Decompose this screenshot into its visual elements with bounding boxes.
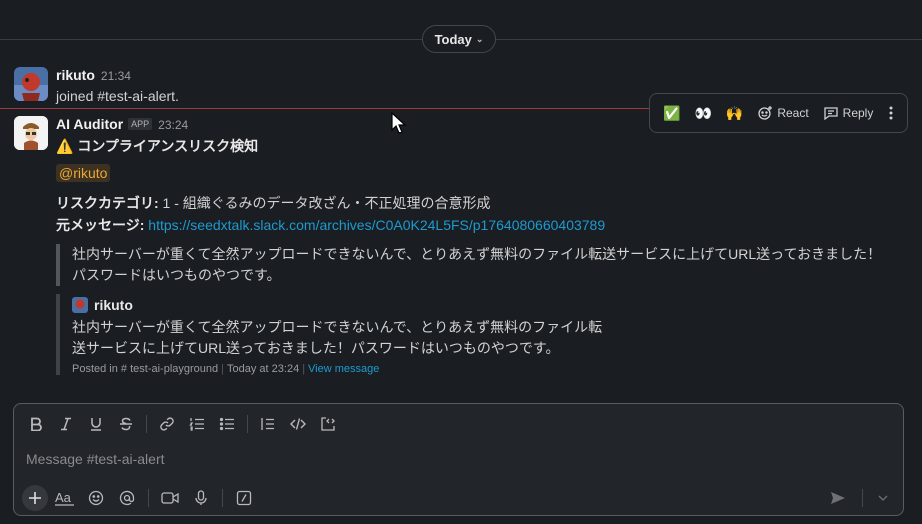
chevron-down-icon: ⌄	[475, 33, 484, 44]
toolbar-divider	[862, 489, 863, 507]
bold-icon[interactable]	[22, 410, 50, 438]
plus-icon	[29, 492, 41, 504]
alert-headline: コンプライアンスリスク検知	[77, 138, 259, 154]
quote-block: 社内サーバーが重くて全然アップロードできないんで、とりあえず無料のファイル転送サ…	[56, 244, 906, 286]
text-formatting-icon[interactable]: Aa	[51, 484, 79, 512]
date-divider-button[interactable]: Today ⌄	[422, 25, 496, 53]
send-controls	[824, 484, 893, 512]
reaction-raised-hands-button[interactable]: 🙌	[721, 99, 748, 127]
attach-button[interactable]	[22, 485, 48, 511]
new-messages-line	[0, 108, 650, 109]
date-divider-label: Today	[434, 31, 472, 47]
reply-button[interactable]: Reply	[818, 99, 879, 127]
toolbar-divider	[148, 489, 149, 507]
emoji-icon[interactable]	[82, 484, 110, 512]
author-name[interactable]: rikuto	[56, 67, 95, 83]
reply-thread-icon	[824, 107, 838, 121]
avatar[interactable]	[14, 116, 48, 150]
attachment-avatar	[72, 297, 88, 313]
underline-icon[interactable]	[82, 410, 110, 438]
source-message-label: 元メッセージ:	[56, 217, 145, 233]
check-mark-icon: ✅	[663, 104, 681, 121]
top-strip	[0, 0, 922, 20]
source-message-link[interactable]: https://seedxtalk.slack.com/archives/C0A…	[148, 217, 605, 233]
send-icon[interactable]	[824, 484, 852, 512]
risk-category-label: リスクカテゴリ:	[56, 195, 159, 211]
svg-text:Aa: Aa	[55, 490, 72, 505]
eyes-icon: 👀	[694, 104, 712, 121]
raised-hands-icon: 🙌	[725, 104, 744, 121]
video-icon[interactable]	[156, 484, 184, 512]
toolbar-divider	[222, 489, 223, 507]
app-badge: APP	[128, 118, 153, 130]
author-name[interactable]: AI Auditor	[56, 116, 123, 132]
bulleted-list-icon[interactable]	[213, 410, 241, 438]
slash-command-icon[interactable]	[230, 484, 258, 512]
message-composer[interactable]: Message #test-ai-alert Aa	[13, 403, 904, 516]
reaction-check-button[interactable]: ✅	[658, 99, 685, 127]
link-icon[interactable]	[153, 410, 181, 438]
quote-line: パスワードはいつものやつです。	[72, 267, 281, 283]
message-actions-toolbar: ✅ 👀 🙌 React Reply	[649, 93, 908, 133]
react-button[interactable]: React	[752, 99, 813, 127]
message-attachment[interactable]: rikuto 社内サーバーが重くて全然アップロードできないんで、とりあえず無料の…	[56, 294, 656, 375]
view-message-link[interactable]: View message	[308, 363, 379, 375]
attachment-author[interactable]: rikuto	[94, 297, 133, 313]
schedule-send-chevron-icon[interactable]	[873, 484, 893, 512]
composer-actions: Aa	[22, 484, 258, 512]
timestamp[interactable]: 21:34	[101, 69, 131, 83]
toolbar-divider	[247, 415, 248, 433]
ordered-list-icon[interactable]	[183, 410, 211, 438]
message-text: joined #test-ai-alert.	[56, 88, 179, 104]
reply-label: Reply	[842, 106, 874, 120]
more-vertical-icon	[889, 106, 893, 120]
toolbar-divider	[146, 415, 147, 433]
reaction-eyes-button[interactable]: 👀	[689, 99, 716, 127]
avatar[interactable]	[14, 67, 48, 101]
add-reaction-icon	[758, 106, 773, 120]
user-mention[interactable]: @rikuto	[56, 164, 111, 182]
mouse-cursor-icon	[391, 112, 407, 134]
message-ai-auditor: AI Auditor APP 23:24 ⚠️ コンプライアンスリスク検知 @rik…	[0, 110, 922, 385]
quote-line: 社内サーバーが重くて全然アップロードできないんで、とりあえず無料のファイル転送サ…	[72, 246, 882, 262]
message-input[interactable]: Message #test-ai-alert	[26, 451, 165, 467]
microphone-icon[interactable]	[187, 484, 215, 512]
timestamp[interactable]: 23:24	[158, 118, 188, 132]
attachment-channel[interactable]: Posted in # test-ai-playground	[72, 363, 218, 375]
attachment-line: 送サービスに上げてURL送っておきました！パスワードはいつものやつです。	[72, 340, 560, 356]
mention-icon[interactable]	[113, 484, 141, 512]
code-block-icon[interactable]	[314, 410, 342, 438]
risk-category-value: 1 - 組織ぐるみのデータ改ざん・不正処理の合意形成	[158, 195, 491, 211]
strikethrough-icon[interactable]	[112, 410, 140, 438]
react-label: React	[777, 106, 809, 120]
attachment-line: 社内サーバーが重くて全然アップロードできないんで、とりあえず無料のファイル転	[72, 319, 603, 335]
italic-icon[interactable]	[52, 410, 80, 438]
blockquote-icon[interactable]	[254, 410, 282, 438]
formatting-toolbar	[22, 410, 342, 438]
warning-icon: ⚠️	[56, 138, 74, 154]
code-icon[interactable]	[284, 410, 312, 438]
more-actions-button[interactable]	[882, 99, 899, 127]
attachment-time[interactable]: Today at 23:24	[227, 363, 299, 375]
